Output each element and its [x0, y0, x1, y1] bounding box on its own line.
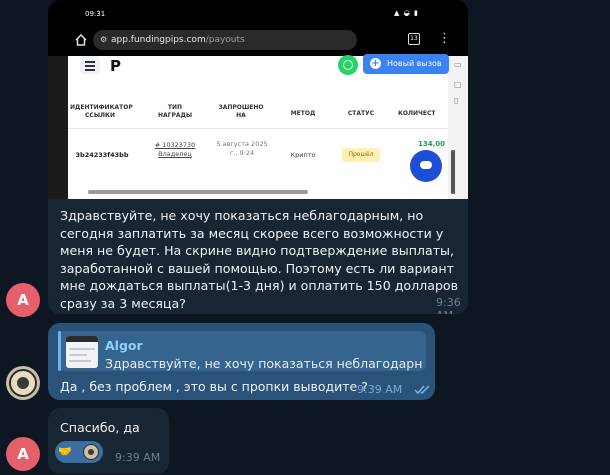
copy-icon: ▯: [454, 96, 459, 105]
message-time: 9:39 AM: [357, 383, 403, 396]
fundingpips-logo: P: [110, 57, 121, 75]
kebab-menu-icon: ⋮: [438, 31, 451, 46]
support-chat-icon: [410, 150, 442, 182]
th-status: СТАТУС: [347, 110, 375, 117]
hamburger-menu-icon: [80, 56, 100, 74]
square-icon: □: [454, 80, 462, 89]
url-path: /payouts: [205, 35, 245, 45]
incoming-message-1[interactable]: 09:31 ▲ ◒ ▮ ⚙ app.fundingpips.com/payout…: [48, 0, 468, 314]
incoming-message-2[interactable]: Спасибо, да 🤝 9:39 AM: [48, 408, 169, 474]
whatsapp-icon: [338, 55, 358, 75]
cell-reward-type: # 10323730 Владелец: [154, 141, 196, 158]
status-badge: Прошёл: [342, 148, 380, 162]
reply-thumbnail: [66, 336, 98, 368]
url-domain: app.fundingpips.com: [111, 35, 206, 45]
cell-requested-on: 5 августа 2025 г., 9:24: [216, 140, 268, 157]
handshake-icon: 🤝: [58, 445, 72, 458]
vertical-scrollbar: [451, 150, 455, 194]
double-check-icon: [414, 385, 430, 395]
tabs-count-icon: 13: [408, 33, 420, 45]
reply-accent-bar: [58, 331, 61, 371]
th-method: МЕТОД: [290, 110, 316, 117]
url-text: app.fundingpips.com/payouts: [111, 35, 245, 45]
reply-author: Algor: [105, 338, 143, 353]
reaction-avatar: [83, 444, 99, 460]
table-divider: [68, 128, 448, 129]
message-time: 9:36 AM: [436, 296, 461, 314]
window-icon: ▭: [454, 60, 462, 69]
status-icons: ▲ ◒ ▮: [394, 9, 419, 17]
message-text: Да , без проблем , это вы с пропки вывод…: [60, 379, 368, 394]
message-text: Спасибо, да: [60, 420, 140, 435]
th-reference-id: ИДЕНТИФИКАТОР ССЫЛКИ: [70, 104, 133, 119]
message-time: 9:39 AM: [115, 451, 161, 464]
th-reward-type: ТИП НАГРАДЫ: [157, 104, 193, 119]
th-requested-on: ЗАПРОШЕНО НА: [218, 104, 264, 119]
horizontal-scrollbar: [88, 190, 308, 194]
avatar-a[interactable]: A: [6, 437, 40, 471]
status-time: 09:31: [85, 10, 106, 18]
message-text: Здравствуйте, не хочу показаться неблаго…: [60, 208, 459, 311]
site-settings-icon: ⚙: [100, 35, 108, 44]
home-icon: [75, 33, 87, 46]
reply-snippet: Здравствуйте, не хочу показаться неблаго…: [105, 356, 423, 371]
cell-amount: 134,00: [418, 140, 446, 148]
avatar-algor[interactable]: [6, 366, 40, 400]
avatar-a[interactable]: A: [6, 283, 40, 317]
cell-reference-id: 3b24233f43bb: [75, 151, 129, 159]
th-amount: КОЛИЧЕСТ: [398, 110, 436, 117]
cell-method: Крипто: [290, 151, 316, 159]
attached-screenshot[interactable]: 09:31 ▲ ◒ ▮ ⚙ app.fundingpips.com/payout…: [48, 0, 468, 199]
outgoing-message[interactable]: Algor Здравствуйте, не хочу показаться н…: [48, 323, 435, 400]
new-challenge-label: Новый вызов: [387, 59, 442, 68]
plus-icon: +: [370, 58, 381, 69]
